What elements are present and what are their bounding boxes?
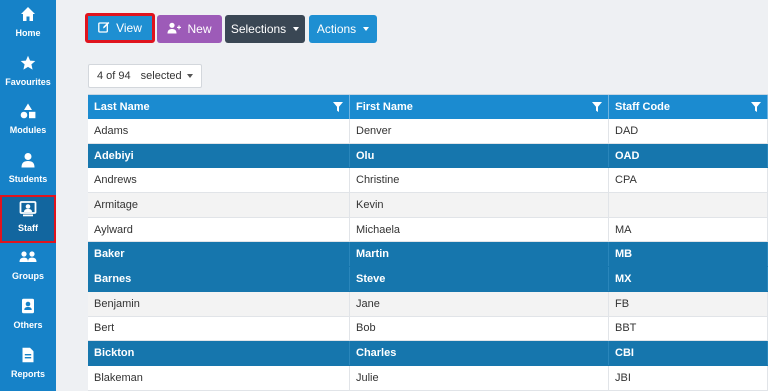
filter-icon[interactable] (333, 102, 343, 115)
sidebar-item-staff[interactable]: Staff (0, 195, 56, 243)
selection-count: 4 of 94 (97, 70, 131, 82)
sidebar: Home Favourites Modules Students Staff G… (0, 0, 56, 391)
sidebar-item-modules[interactable]: Modules (0, 97, 56, 145)
cell-last-name: Bert (88, 316, 350, 341)
table-row[interactable]: Adebiyi Olu OAD (88, 143, 768, 169)
view-button-label: View (116, 21, 142, 35)
cell-last-name: Andrews (88, 168, 350, 193)
cell-staff-code: BBT (609, 316, 768, 341)
sidebar-item-reports[interactable]: Reports (0, 341, 56, 389)
actions-label: Actions (316, 22, 357, 36)
cell-last-name: Baker (88, 242, 350, 267)
cell-first-name: Denver (350, 119, 609, 143)
cell-staff-code: CPA (609, 168, 768, 193)
sidebar-item-groups[interactable]: Groups (0, 243, 56, 291)
chevron-down-icon (186, 74, 193, 78)
cell-staff-code: MX (609, 267, 768, 291)
table-row[interactable]: Aylward Michaela MA (88, 217, 768, 243)
sidebar-item-label: Home (15, 28, 41, 38)
cell-first-name: Kevin (350, 193, 609, 217)
table-row[interactable]: Baker Martin MB (88, 242, 768, 268)
group-icon (19, 248, 37, 266)
column-header-last-name[interactable]: Last Name (88, 95, 350, 119)
table-row[interactable]: Andrews Christine CPA (88, 168, 768, 194)
filter-icon[interactable] (592, 102, 602, 115)
selection-count-dropdown[interactable]: 4 of 94 selected (88, 64, 202, 88)
cell-staff-code (609, 193, 768, 217)
cell-last-name: Aylward (88, 217, 350, 242)
cell-first-name: Martin (350, 242, 609, 267)
table-row[interactable]: Armitage Kevin (88, 193, 768, 218)
shapes-icon (19, 102, 37, 120)
cell-last-name: Adebiyi (88, 143, 350, 168)
cell-staff-code: DAD (609, 119, 768, 143)
cell-first-name: Bob (350, 316, 609, 341)
sidebar-item-favourites[interactable]: Favourites (0, 49, 56, 97)
selections-label: Selections (230, 22, 287, 36)
table-row[interactable]: Bert Bob BBT (88, 316, 768, 342)
sidebar-item-label: Staff (18, 223, 38, 233)
person-icon (19, 151, 37, 169)
column-header-staff-code[interactable]: Staff Code (609, 95, 768, 119)
cell-last-name: Benjamin (88, 291, 350, 316)
cell-first-name: Michaela (350, 217, 609, 242)
sidebar-item-home[interactable]: Home (0, 0, 56, 48)
sidebar-item-label: Students (8, 174, 48, 184)
column-label: Staff Code (615, 101, 670, 113)
cell-last-name: Armitage (88, 193, 350, 217)
report-icon (19, 346, 37, 364)
cell-last-name: Barnes (88, 267, 350, 291)
staff-table: Last Name First Name Staff Code Adams De… (88, 94, 768, 391)
cell-first-name: Steve (350, 267, 609, 291)
sidebar-item-others[interactable]: Others (0, 292, 56, 340)
chevron-down-icon (293, 27, 300, 31)
add-user-icon (167, 22, 182, 37)
table-row[interactable]: Barnes Steve MX (88, 267, 768, 292)
cell-first-name: Christine (350, 168, 609, 193)
sidebar-item-label: Modules (9, 125, 47, 135)
staff-icon (19, 200, 37, 218)
cell-first-name: Jane (350, 291, 609, 316)
cell-first-name: Charles (350, 341, 609, 365)
cell-staff-code: MA (609, 217, 768, 242)
cell-staff-code: MB (609, 242, 768, 267)
table-row[interactable]: Bickton Charles CBI (88, 341, 768, 366)
cell-first-name: Julie (350, 365, 609, 390)
column-label: Last Name (94, 101, 150, 113)
cell-staff-code: CBI (609, 341, 768, 365)
sidebar-item-students[interactable]: Students (0, 146, 56, 194)
cell-staff-code: JBI (609, 365, 768, 390)
column-header-first-name[interactable]: First Name (350, 95, 609, 119)
sidebar-item-label: Reports (10, 369, 45, 379)
cell-last-name: Blakeman (88, 365, 350, 390)
table-header: Last Name First Name Staff Code (88, 95, 768, 119)
cell-last-name: Bickton (88, 341, 350, 365)
edit-icon (98, 21, 110, 36)
cell-staff-code: OAD (609, 143, 768, 168)
filter-icon[interactable] (751, 102, 761, 115)
selected-label: selected (140, 70, 182, 82)
table-row[interactable]: Blakeman Julie JBI (88, 365, 768, 391)
table-row[interactable]: Benjamin Jane FB (88, 291, 768, 317)
star-icon (19, 54, 37, 72)
column-label: First Name (356, 101, 413, 113)
cell-last-name: Adams (88, 119, 350, 143)
table-row[interactable]: Adams Denver DAD (88, 119, 768, 144)
selection-dropdown-toggle[interactable]: selected (141, 70, 193, 82)
cell-first-name: Olu (350, 143, 609, 168)
cell-staff-code: FB (609, 291, 768, 316)
new-button[interactable]: New (157, 15, 222, 43)
actions-dropdown[interactable]: Actions (309, 15, 377, 43)
home-icon (19, 5, 37, 23)
selections-dropdown[interactable]: Selections (225, 15, 305, 43)
view-button[interactable]: View (85, 13, 155, 43)
chevron-down-icon (363, 27, 370, 31)
sidebar-item-label: Favourites (5, 77, 51, 87)
contact-card-icon (19, 297, 37, 315)
sidebar-item-label: Groups (11, 271, 44, 281)
new-button-label: New (187, 22, 212, 36)
sidebar-item-label: Others (13, 320, 43, 330)
